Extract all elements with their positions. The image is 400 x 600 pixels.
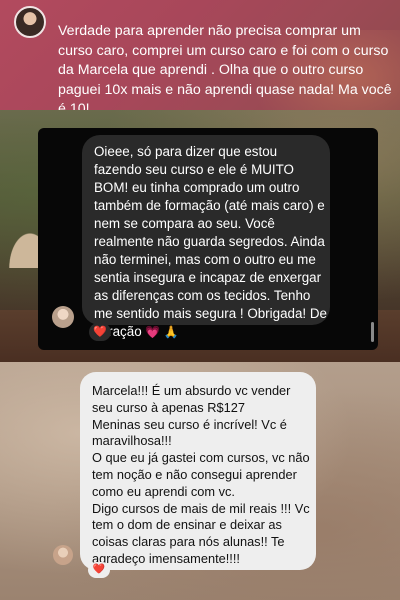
message-body: Oieee, só para dizer que estou fazendo s… [94,144,327,339]
message-line: Meninas seu curso é incrível! Vc é marav… [92,416,287,449]
heart-reaction-icon[interactable]: ❤️ [88,562,110,578]
sender-avatar [53,545,73,565]
message-text: Marcela!!! É um absurdo vc vender seu cu… [92,383,314,568]
testimonial-text: Verdade para aprender não precisa compra… [58,23,392,117]
message-line: O que eu já gastei com cursos, vc não te… [92,450,310,499]
message-line: Digo cursos de mais de mil reais !!! Vc … [92,500,310,566]
message-text: Oieee, só para dizer que estou fazendo s… [94,143,328,341]
scrollbar[interactable] [371,322,374,342]
heart-reaction-icon[interactable]: ❤️ [89,323,111,341]
sender-avatar [52,306,74,328]
avatar [14,6,46,38]
emoji-group: 💗 🙏 [145,325,179,339]
message-line: Marcela!!! É um absurdo vc vender seu cu… [92,383,291,415]
